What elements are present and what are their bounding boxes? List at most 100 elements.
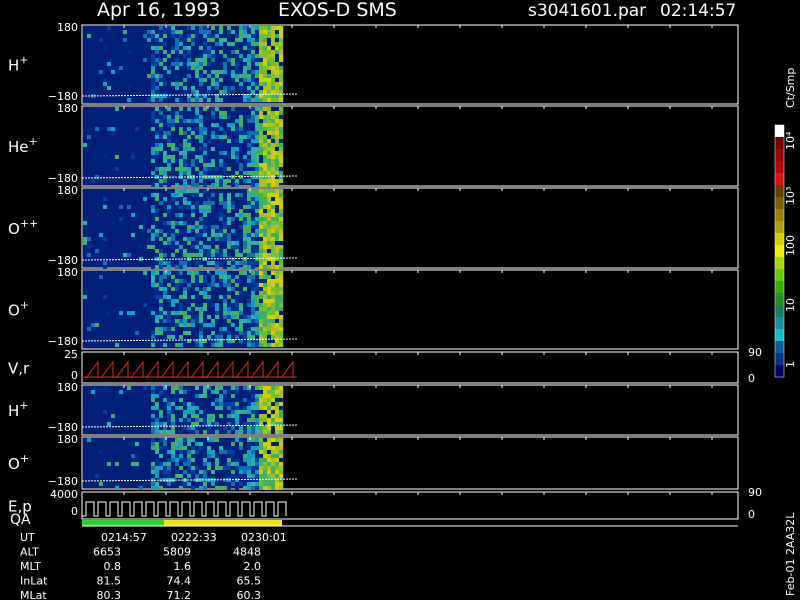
spectrogram-cell [263,327,267,331]
velocity-sawtooth [145,360,159,379]
spectrogram-cell [155,197,159,201]
spectrogram-cell [271,98,275,102]
spectrogram-cell [267,163,271,167]
spectrogram-cell [259,241,263,245]
spectrogram-cell [271,323,275,327]
spectrogram-cell [179,271,183,275]
spectrogram-cell [155,466,159,470]
spectrogram-cell [171,303,175,307]
spectrogram-cell [175,42,179,46]
spectrogram-cell [219,249,223,253]
spectrogram-cell [183,446,187,450]
spectrogram-cell [151,279,155,283]
spectrogram-cell [171,410,175,414]
spectrogram-cell [159,62,163,66]
spectrogram-cell [163,62,167,66]
spectrogram-cell [199,245,203,249]
spectrogram-cell [107,462,111,466]
spectrogram-cell [171,450,175,454]
spectrogram-cell [199,58,203,62]
spectrogram-cell [151,58,155,62]
spectrogram-cell [247,275,251,279]
spectrogram-cell [243,229,247,233]
spectrogram-cell [243,205,247,209]
spectrogram-cell [191,275,195,279]
spectrogram-cell [271,299,275,303]
spectrogram-cell [247,450,251,454]
spectrogram-cell [247,62,251,66]
spectrogram-cell [243,315,247,319]
spectrogram-cell [191,151,195,155]
velocity-sawtooth [265,360,279,379]
spectrogram-cell [235,418,239,422]
spectrogram-cell [271,458,275,462]
spectrogram-cell [159,179,163,183]
spectrogram-cell [199,74,203,78]
spectrogram-cell [215,123,219,127]
spectrogram-cell [99,233,103,237]
spectrogram-cell [187,163,191,167]
spectrogram-cell [203,418,207,422]
spectrogram-cell [267,486,271,490]
spectrogram-cell [247,343,251,347]
spectrogram-cell [259,70,263,74]
spectrogram-cell [199,315,203,319]
spectrogram-cell [251,42,255,46]
velocity-sawtooth [220,360,234,379]
spectrogram-cell [187,38,191,42]
spectrogram-cell [271,175,275,179]
spectrogram-cell [179,115,183,119]
spectrogram-cell [255,315,259,319]
spectrogram-cell [175,171,179,175]
spectrogram-cell [255,123,259,127]
spectrogram-cell [255,233,259,237]
spectrogram-cell [187,98,191,102]
spectrogram-cell [259,34,263,38]
spectrogram-cell [87,253,91,257]
spectrogram-cell [247,159,251,163]
spectrogram-cell [267,265,271,269]
colorbar-step [775,281,784,294]
spectrogram-cell [267,275,271,279]
spectrogram-cell [255,74,259,78]
spectrogram-cell [167,406,171,410]
spectrogram-cell [275,119,279,123]
spectrogram-cell [195,307,199,311]
spectrogram-cell [243,319,247,323]
spectrogram-cell [219,42,223,46]
spectrogram-figure: Apr 16, 1993 EXOS-D SMS s3041601.par 02:… [8,0,797,600]
spectrogram-cell [271,167,275,171]
spectrogram-cell [227,42,231,46]
spectrogram-cell [191,225,195,229]
spectrogram-cell [255,34,259,38]
spectrogram-cell [159,275,163,279]
spectrogram-cell [251,253,255,257]
spectrogram-cell [231,406,235,410]
spectrogram-cell [151,62,155,66]
spectrogram-cell [279,147,283,151]
spectrogram-cell [191,90,195,94]
spectrogram-cell [187,454,191,458]
spectrogram-cell [251,418,255,422]
spectrogram-cell [239,135,243,139]
spectrogram-cell [267,442,271,446]
spectrogram-cell [223,299,227,303]
spectrogram-cell [159,127,163,131]
spectrogram-cell [191,205,195,209]
spectrogram-cell [231,50,235,54]
spectrogram-cell [179,143,183,147]
ephemeris-label: UT [20,531,35,544]
spectrogram-cell [199,131,203,135]
spectrogram-cell [191,410,195,414]
spectrogram-cell [279,446,283,450]
spectrogram-cell [259,291,263,295]
spectrogram-cell [187,237,191,241]
spectrogram-cell [271,307,275,311]
spectrogram-cell [267,287,271,291]
y-tick-bottom: −180 [48,335,78,348]
spectrogram-cell [263,78,267,82]
spectrogram-cell [211,193,215,197]
spectrogram-cell [159,454,163,458]
spectrogram-cell [255,474,259,478]
spectrogram-cell [199,221,203,225]
